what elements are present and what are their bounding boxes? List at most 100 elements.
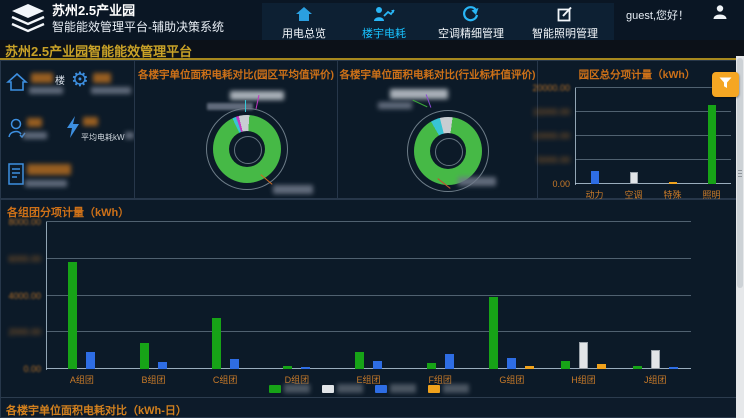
bar-orange[interactable]: [525, 366, 534, 369]
bar-orange[interactable]: [669, 182, 677, 184]
callout-line-green: [413, 100, 428, 108]
bar-green[interactable]: [489, 297, 498, 369]
bar-blue[interactable]: [669, 367, 678, 369]
y-axis-tick-label: 8000.00: [8, 217, 41, 227]
donut-panel-park-average: 各楼宇单位面积电耗对比(园区平均值评价): [134, 60, 338, 199]
app-logo-icon: [8, 3, 48, 37]
obscured-value: [93, 73, 111, 83]
bar-group: A组团: [46, 222, 118, 369]
chart-title: 园区总分项计量（kWh）: [538, 67, 736, 82]
y-axis-tick-label: 0.00: [552, 179, 570, 189]
footer-panel: 各楼宇单位面积电耗对比（kWh-日）: [0, 397, 744, 418]
nav-item-building-power[interactable]: 楼宇电耗: [356, 3, 412, 43]
donut-inner-outline: [435, 138, 463, 166]
legend-item[interactable]: [375, 384, 416, 393]
bar-green[interactable]: [355, 352, 364, 369]
obscured-label: [29, 87, 63, 94]
x-axis-category-label: H组团: [571, 373, 596, 386]
main-nav: 用电总览 楼宇电耗: [262, 3, 614, 43]
filter-button[interactable]: [712, 72, 739, 97]
bar-green[interactable]: [283, 366, 292, 369]
footer-chart-title: 各楼宇单位面积电耗对比（kWh-日）: [6, 402, 187, 418]
obscured-label: [91, 87, 131, 94]
x-axis-category-label: J组团: [644, 373, 667, 386]
bar-green[interactable]: [708, 105, 716, 184]
funnel-icon: [719, 76, 732, 94]
bar-group: F组团: [404, 222, 476, 369]
bar-green[interactable]: [212, 318, 221, 369]
bar-blue[interactable]: [591, 171, 599, 184]
user-icon[interactable]: [712, 4, 728, 25]
bar-orange[interactable]: [597, 364, 606, 370]
bar-blue[interactable]: [158, 362, 167, 369]
vertical-scrollbar[interactable]: [736, 56, 744, 418]
nav-label: 用电总览: [282, 25, 326, 41]
x-axis-category-label: C组团: [213, 373, 238, 386]
x-axis-category-label: G组团: [499, 373, 524, 386]
edit-square-icon: [557, 5, 573, 23]
stat-label-prefix: 平均电耗kW: [81, 132, 125, 143]
page-banner: 苏州2.5产业园智能能效管理平台: [0, 40, 744, 60]
nav-label: 智能照明管理: [532, 25, 598, 41]
y-axis-tick-label: 4000.00: [8, 291, 41, 301]
chart-title: 各楼宇单位面积电耗对比(行业标杆值评价): [338, 67, 537, 82]
app-title-line2: 智能能效管理平台-辅助决策系统: [52, 20, 224, 36]
obscured-value: [27, 118, 42, 127]
bar-blue[interactable]: [86, 352, 95, 369]
legend-item[interactable]: [322, 384, 363, 393]
bar-blue[interactable]: [301, 367, 310, 369]
stat-unit: 楼: [55, 72, 65, 87]
user-greeting: guest,您好！: [626, 7, 689, 23]
nav-item-power-overview[interactable]: 用电总览: [276, 3, 332, 43]
nav-label: 楼宇电耗: [362, 25, 406, 41]
obscured-callout-label: [207, 103, 253, 110]
obscured-legend-label: [284, 384, 310, 393]
park-total-panel: 园区总分项计量（kWh） 20000.0015000.0010000.00500…: [537, 60, 737, 199]
bar-green[interactable]: [561, 361, 570, 369]
bar-group: G组团: [476, 222, 548, 369]
park-total-bar-chart[interactable]: 20000.0015000.0010000.005000.000.00动力空调特…: [575, 88, 731, 184]
obscured-value: [27, 164, 71, 175]
nav-item-lighting-management[interactable]: 智能照明管理: [530, 3, 600, 43]
app-title: 苏州2.5产业园 智能能效管理平台-辅助决策系统: [52, 3, 224, 35]
nav-item-hvac-management[interactable]: 空调精细管理: [436, 3, 506, 43]
gear-icon: ⚙: [71, 70, 89, 90]
bar-green[interactable]: [140, 343, 149, 369]
bar-green[interactable]: [633, 366, 642, 369]
obscured-label: [25, 180, 67, 187]
bar-group: D组团: [261, 222, 333, 369]
bar-group: 照明: [692, 88, 731, 184]
chart-legend: [269, 384, 469, 393]
bar-blue[interactable]: [230, 359, 239, 369]
nav-label: 空调精细管理: [438, 25, 504, 41]
obscured-callout-label: [378, 102, 412, 109]
y-axis-tick-label: 2000.00: [8, 327, 41, 337]
bar-green[interactable]: [68, 262, 77, 369]
bar-blue[interactable]: [445, 354, 454, 369]
obscured-label: [125, 132, 134, 139]
app-root: 苏州2.5产业园 智能能效管理平台-辅助决策系统 用电总览: [0, 0, 744, 418]
bar-white[interactable]: [651, 350, 660, 369]
obscured-callout-label: [458, 177, 496, 186]
bar-group: 特殊: [653, 88, 692, 184]
bar-blue[interactable]: [507, 358, 516, 369]
lightning-icon: [65, 115, 81, 144]
obscured-callout-label: [273, 185, 313, 194]
group-submetering-bar-chart[interactable]: 8000.006000.004000.002000.000.00A组团B组团C组…: [46, 222, 691, 369]
legend-item[interactable]: [428, 384, 469, 393]
x-axis-category-label: A组团: [70, 373, 94, 386]
legend-swatch: [428, 385, 440, 393]
bar-white[interactable]: [630, 172, 638, 184]
obscured-value: [83, 117, 98, 126]
bar-group: 动力: [575, 88, 614, 184]
bar-green[interactable]: [427, 363, 436, 369]
bar-white[interactable]: [579, 342, 588, 369]
person-chart-icon: [373, 5, 395, 23]
legend-item[interactable]: [269, 384, 310, 393]
bar-group: E组团: [333, 222, 405, 369]
y-axis-tick-label: 10000.00: [532, 131, 570, 141]
home-icon: [6, 72, 28, 97]
y-axis-tick-label: 6000.00: [8, 254, 41, 264]
bar-blue[interactable]: [373, 361, 382, 369]
legend-swatch: [269, 385, 281, 393]
